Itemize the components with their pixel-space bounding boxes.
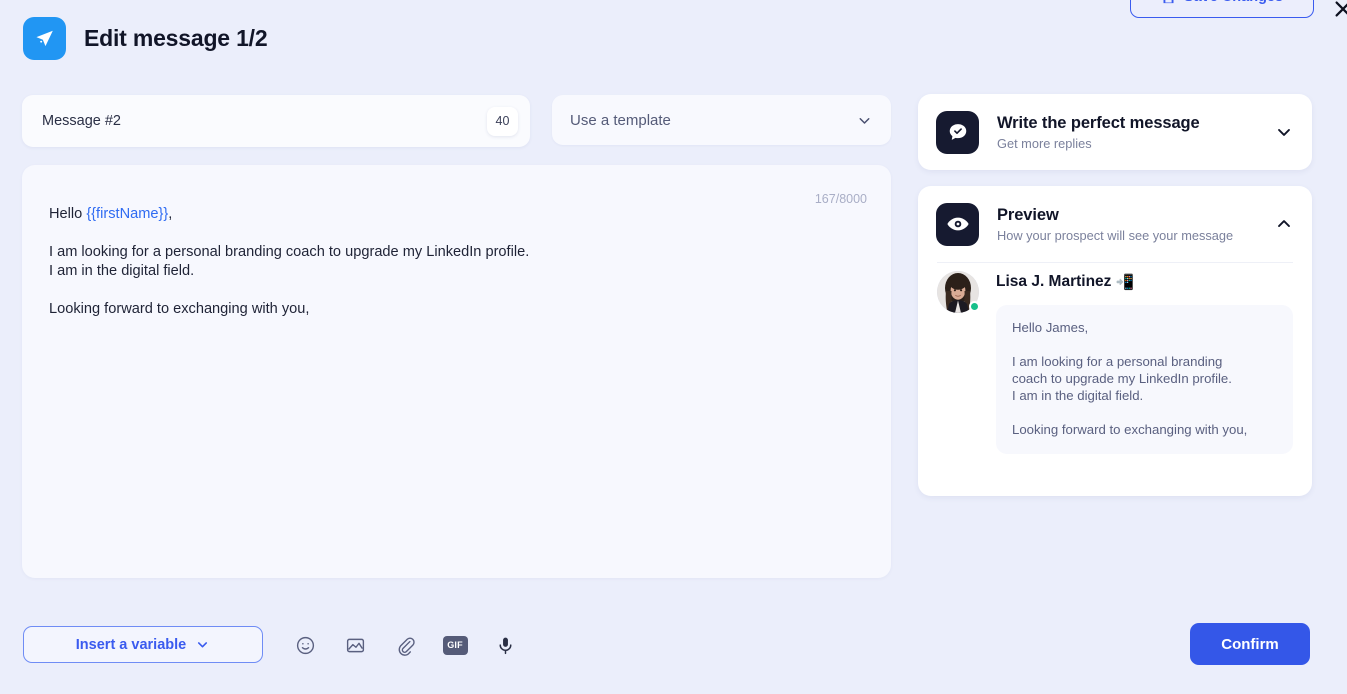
- editor-char-counter: 167/8000: [814, 192, 867, 206]
- preview-card-header[interactable]: Preview How your prospect will see your …: [918, 186, 1312, 262]
- insert-variable-label: Insert a variable: [75, 636, 187, 653]
- editor-toolbar: GIF: [290, 630, 520, 660]
- preview-content: Lisa J. Martinez 📲 Hello James, I am loo…: [918, 270, 1312, 454]
- editor-variable-token[interactable]: {{firstName}}: [86, 206, 168, 222]
- write-card-subtitle: Get more replies: [997, 135, 1092, 151]
- emoji-icon[interactable]: [290, 630, 320, 660]
- chat-check-icon: [936, 110, 979, 154]
- mobile-phone-arrow-icon: 📲: [1115, 274, 1135, 291]
- write-card-texts: Write the perfect message Get more repli…: [997, 114, 1274, 151]
- image-icon[interactable]: [340, 630, 370, 660]
- preview-sender-name-row: Lisa J. Martinez 📲: [996, 270, 1293, 294]
- app-header: Edit message 1/2 Save Changes: [0, 0, 1347, 80]
- insert-variable-button[interactable]: Insert a variable: [23, 626, 263, 663]
- preview-message-row: Lisa J. Martinez 📲 Hello James, I am loo…: [937, 270, 1293, 454]
- message-name-field[interactable]: Message #2 40: [22, 95, 530, 147]
- preview-divider: [937, 262, 1293, 263]
- chevron-down-icon[interactable]: [1274, 122, 1294, 142]
- write-perfect-message-card[interactable]: Write the perfect message Get more repli…: [918, 94, 1312, 170]
- template-select[interactable]: Use a template: [552, 95, 891, 145]
- avatar: [937, 271, 980, 313]
- save-disk-icon: [1161, 0, 1176, 5]
- save-changes-button[interactable]: Save Changes: [1130, 0, 1314, 18]
- write-card-header[interactable]: Write the perfect message Get more repli…: [918, 94, 1312, 170]
- editor-body-text: I am looking for a personal branding coa…: [49, 244, 530, 317]
- preview-card-subtitle: How your prospect will see your message: [997, 227, 1234, 243]
- message-name-value: Message #2: [42, 113, 121, 129]
- chevron-down-icon: [856, 112, 873, 129]
- message-name-char-badge: 40: [487, 106, 518, 136]
- preview-card-texts: Preview How your prospect will see your …: [997, 206, 1274, 243]
- editor-greeting-suffix: ,: [168, 206, 173, 222]
- online-status-dot: [969, 301, 980, 312]
- preview-card[interactable]: Preview How your prospect will see your …: [918, 186, 1312, 496]
- preview-card-title: Preview: [997, 205, 1059, 224]
- attachment-icon[interactable]: [390, 630, 420, 660]
- editor-text: Hello {{firstName}}, I am looking for a …: [49, 205, 864, 319]
- confirm-button[interactable]: Confirm: [1190, 623, 1310, 665]
- eye-icon: [936, 202, 979, 246]
- gif-icon[interactable]: GIF: [440, 630, 470, 660]
- page-title: Edit message 1/2: [84, 25, 268, 51]
- microphone-icon[interactable]: [490, 630, 520, 660]
- template-select-label: Use a template: [570, 111, 671, 129]
- send-plane-icon: [23, 17, 66, 60]
- preview-sender-name: Lisa J. Martinez: [996, 273, 1112, 290]
- message-editor[interactable]: 167/8000 Hello {{firstName}}, I am looki…: [22, 165, 891, 578]
- gif-label: GIF: [442, 635, 468, 655]
- chevron-down-icon: [195, 637, 210, 652]
- editor-greeting-prefix: Hello: [49, 206, 87, 222]
- preview-message-column: Lisa J. Martinez 📲 Hello James, I am loo…: [996, 270, 1293, 454]
- save-changes-label: Save Changes: [1184, 0, 1283, 5]
- chevron-up-icon[interactable]: [1274, 214, 1294, 234]
- preview-message-bubble: Hello James, I am looking for a personal…: [996, 305, 1293, 454]
- write-card-title: Write the perfect message: [997, 113, 1200, 132]
- close-x-icon[interactable]: [1326, 0, 1347, 26]
